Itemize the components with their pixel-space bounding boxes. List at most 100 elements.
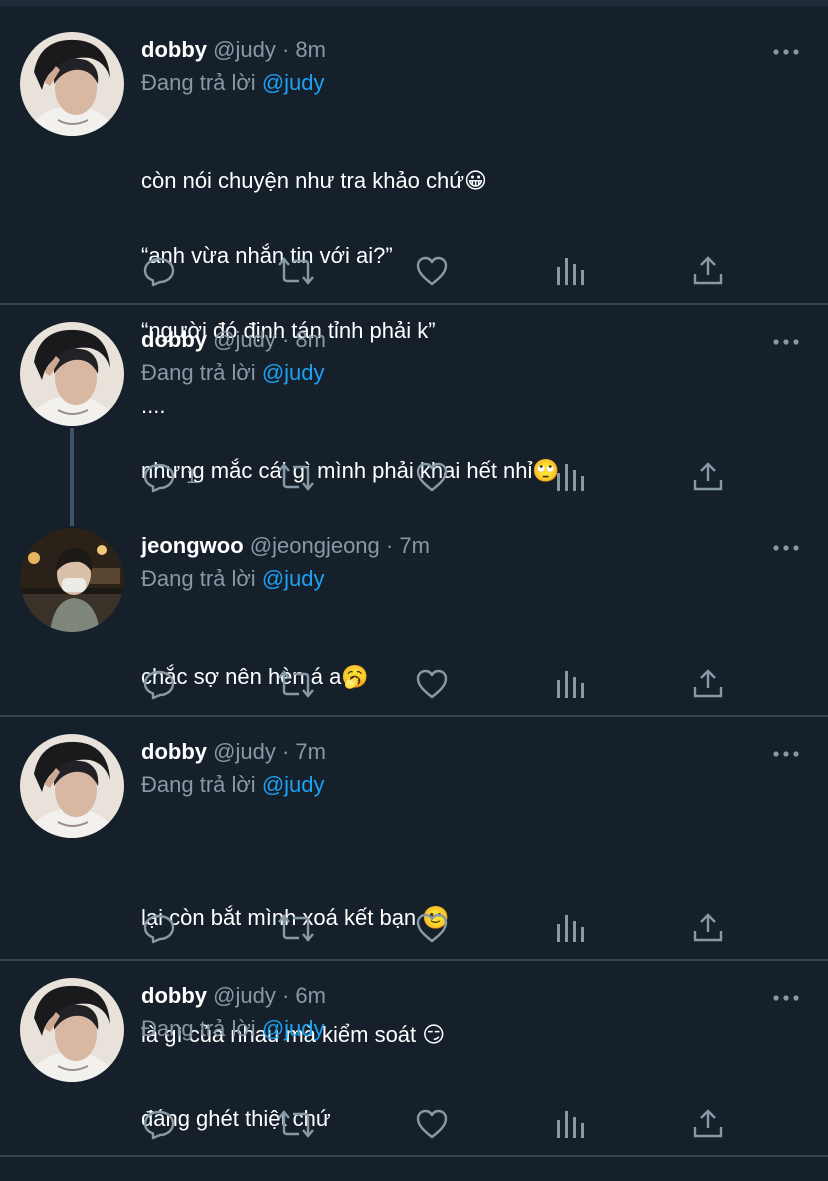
retweet-icon [277,254,315,288]
more-icon[interactable] [772,334,800,345]
retweet-button[interactable] [277,254,315,288]
reply-button[interactable] [142,1107,186,1141]
avatar[interactable] [20,734,124,838]
retweet-button[interactable] [277,667,315,701]
share-icon [691,911,725,945]
tweet-actions: 1 [140,460,730,494]
more-icon[interactable] [772,44,800,55]
share-icon [691,1107,725,1141]
tweet-actions [140,911,730,945]
timestamp[interactable]: 8m [295,37,326,62]
thread-connector [70,428,74,526]
share-button[interactable] [691,460,725,494]
reply-count: 1 [186,465,198,488]
replying-label: Đang trả lời [141,360,256,385]
timestamp[interactable]: 8m [295,327,326,352]
like-button[interactable] [415,460,449,494]
reply-icon [142,460,176,494]
retweet-icon [277,460,315,494]
user-handle[interactable]: @judy [213,983,276,1008]
reply-button[interactable] [142,667,186,701]
more-icon[interactable] [772,990,800,1001]
avatar[interactable] [20,528,124,632]
analytics-icon [554,667,586,701]
like-button[interactable] [415,667,449,701]
tweet-header: dobby @judy · 8m [141,37,326,63]
analytics-icon [554,1107,586,1141]
reply-mention-link[interactable]: @judy [262,772,325,797]
like-button[interactable] [415,1107,449,1141]
replying-label: Đang trả lời [141,772,256,797]
share-icon [691,254,725,288]
analytics-button[interactable] [554,667,586,701]
share-button[interactable] [691,1107,725,1141]
timestamp[interactable]: 7m [399,533,430,558]
timestamp[interactable]: 6m [295,983,326,1008]
reply-mention-link[interactable]: @judy [262,566,325,591]
reply-icon [142,667,176,701]
tweet-header: dobby @judy · 8m [141,327,326,353]
tweet-divider [0,959,828,961]
tweet-header: dobby @judy · 7m [141,739,326,765]
reply-button[interactable] [142,254,186,288]
reply-button[interactable]: 1 [142,460,197,494]
retweet-icon [277,667,315,701]
display-name[interactable]: jeongwoo [141,533,244,558]
heart-icon [415,254,449,288]
timestamp[interactable]: 7m [295,739,326,764]
analytics-button[interactable] [554,460,586,494]
display-name[interactable]: dobby [141,37,207,62]
user-handle[interactable]: @jeongjeong [250,533,380,558]
share-icon [691,460,725,494]
share-icon [691,667,725,701]
analytics-button[interactable] [554,911,586,945]
reply-button[interactable] [142,911,186,945]
replying-to: Đang trả lời @judy [141,360,325,386]
reply-icon [142,911,176,945]
tweet-divider [0,303,828,305]
user-handle[interactable]: @judy [213,37,276,62]
reply-icon [142,254,176,288]
user-handle[interactable]: @judy [213,327,276,352]
heart-icon [415,1107,449,1141]
avatar[interactable] [20,322,124,426]
avatar[interactable] [20,32,124,136]
analytics-button[interactable] [554,254,586,288]
display-name[interactable]: dobby [141,739,207,764]
replying-to: Đang trả lời @judy [141,70,325,96]
more-icon[interactable] [772,540,800,551]
like-button[interactable] [415,254,449,288]
retweet-button[interactable] [277,911,315,945]
share-button[interactable] [691,911,725,945]
replying-label: Đang trả lời [141,70,256,95]
retweet-icon [277,911,315,945]
replying-to: Đang trả lời @judy [141,566,325,592]
like-button[interactable] [415,911,449,945]
heart-icon [415,667,449,701]
separator-dot: · [281,327,290,352]
reply-mention-link[interactable]: @judy [262,1016,325,1041]
replying-label: Đang trả lời [141,1016,256,1041]
replying-label: Đang trả lời [141,566,256,591]
tweet-actions [140,1107,730,1141]
retweet-button[interactable] [277,460,315,494]
more-icon[interactable] [772,746,800,757]
tweet-divider [0,1155,828,1157]
analytics-icon [554,911,586,945]
share-button[interactable] [691,667,725,701]
replying-to: Đang trả lời @judy [141,772,325,798]
reply-mention-link[interactable]: @judy [262,360,325,385]
analytics-button[interactable] [554,1107,586,1141]
user-handle[interactable]: @judy [213,739,276,764]
display-name[interactable]: dobby [141,327,207,352]
tweet-actions [140,667,730,701]
tweet-header: dobby @judy · 6m [141,983,326,1009]
heart-icon [415,911,449,945]
share-button[interactable] [691,254,725,288]
tweet-line: còn nói chuyện như tra khảo chứ😀 [141,168,487,193]
reply-mention-link[interactable]: @judy [262,70,325,95]
display-name[interactable]: dobby [141,983,207,1008]
avatar[interactable] [20,978,124,1082]
retweet-button[interactable] [277,1107,315,1141]
replying-to: Đang trả lời @judy [141,1016,325,1042]
